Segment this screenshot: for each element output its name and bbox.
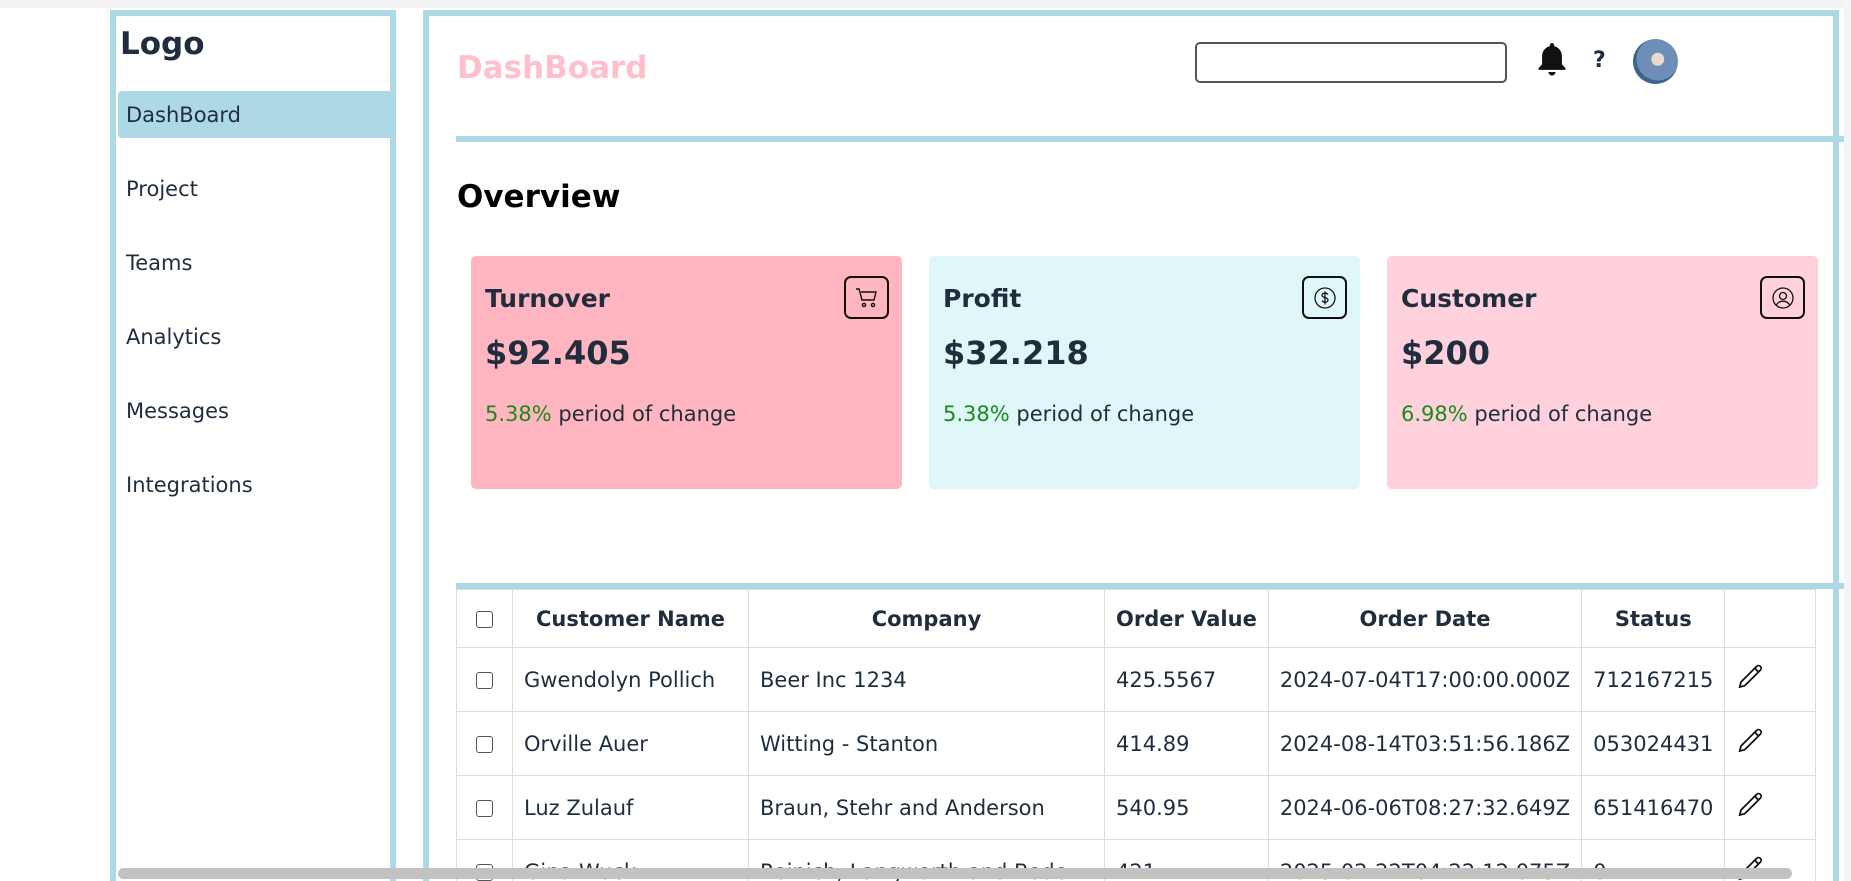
avatar[interactable] (1633, 39, 1678, 84)
bell-icon[interactable] (1535, 40, 1569, 80)
card-label: Profit (943, 284, 1022, 313)
card-value: $200 (1401, 334, 1491, 372)
row-checkbox[interactable] (476, 736, 493, 753)
table-header-row: Customer Name Company Order Value Order … (456, 589, 1817, 648)
pencil-icon[interactable] (1736, 790, 1766, 820)
vertical-scrollbar-track[interactable] (1844, 0, 1851, 881)
card-value: $32.218 (943, 334, 1089, 372)
cell-order-value: 540.95 (1104, 775, 1269, 840)
pencil-icon[interactable] (1736, 726, 1766, 756)
cell-order-date: 2024-07-04T17:00:00.000Z (1267, 647, 1583, 712)
row-select-cell (456, 647, 513, 712)
card-label: Customer (1401, 284, 1537, 313)
horizontal-scrollbar[interactable] (118, 868, 1792, 879)
header-order-value[interactable]: Order Value (1104, 589, 1269, 648)
cell-order-date: 2024-08-14T03:51:56.186Z (1267, 711, 1583, 776)
cell-order-date: 2024-06-06T08:27:32.649Z (1267, 775, 1583, 840)
header-company[interactable]: Company (748, 589, 1105, 648)
search-input[interactable] (1195, 42, 1507, 83)
sidebar-nav: DashBoard Project Teams Analytics Messag… (118, 91, 394, 535)
card-profit: Profit $32.218 5.38% period of change (929, 256, 1360, 489)
sidebar-item-project[interactable]: Project (118, 165, 394, 212)
card-value: $92.405 (485, 334, 631, 372)
edit-cell (1724, 711, 1817, 776)
change-percent: 5.38% (485, 402, 552, 426)
page-title: DashBoard (457, 50, 648, 86)
cell-customer-name: Orville Auer (512, 711, 749, 776)
card-change: 5.38% period of change (943, 402, 1194, 426)
row-select-cell (456, 711, 513, 776)
change-percent: 5.38% (943, 402, 1010, 426)
table-row: Luz Zulauf Braun, Stehr and Anderson 540… (456, 775, 1817, 840)
page: Logo DashBoard Project Teams Analytics M… (0, 0, 1851, 881)
header-divider (456, 136, 1845, 142)
cell-order-value: 414.89 (1104, 711, 1269, 776)
header-status[interactable]: Status (1581, 589, 1726, 648)
orders-table-container: Customer Name Company Order Value Order … (456, 589, 1839, 881)
cart-icon (844, 276, 889, 319)
cell-company: Braun, Stehr and Anderson (748, 775, 1105, 840)
change-text: period of change (1009, 402, 1195, 426)
pencil-icon[interactable] (1736, 662, 1766, 692)
cell-order-value: 425.5567 (1104, 647, 1269, 712)
sidebar-item-integrations[interactable]: Integrations (118, 461, 394, 508)
change-percent: 6.98% (1401, 402, 1468, 426)
card-turnover: Turnover $92.405 5.38% period of change (471, 256, 902, 489)
card-change: 6.98% period of change (1401, 402, 1652, 426)
edit-cell (1724, 647, 1817, 712)
cell-company: Beer Inc 1234 (748, 647, 1105, 712)
cell-company: Witting - Stanton (748, 711, 1105, 776)
main-panel: DashBoard ? Overview Turnover $92.405 5.… (423, 10, 1845, 881)
header-actions (1724, 589, 1817, 648)
window-top-strip (0, 0, 1851, 8)
card-label: Turnover (485, 284, 610, 313)
cell-customer-name: Gwendolyn Pollich (512, 647, 749, 712)
cell-status: 651416470 (1581, 775, 1726, 840)
table-row: Gwendolyn Pollich Beer Inc 1234 425.5567… (456, 647, 1817, 712)
orders-table: Customer Name Company Order Value Order … (456, 589, 1817, 881)
sidebar-item-analytics[interactable]: Analytics (118, 313, 394, 360)
cell-status: 053024431 (1581, 711, 1726, 776)
dollar-circle-icon (1302, 276, 1347, 319)
sidebar-item-dashboard[interactable]: DashBoard (118, 91, 394, 138)
change-text: period of change (551, 402, 737, 426)
sidebar-item-messages[interactable]: Messages (118, 387, 394, 434)
cell-customer-name: Luz Zulauf (512, 775, 749, 840)
table-row: Orville Auer Witting - Stanton 414.89 20… (456, 711, 1817, 776)
row-select-cell (456, 775, 513, 840)
select-all-checkbox[interactable] (476, 611, 493, 628)
cell-status: 712167215 (1581, 647, 1726, 712)
sidebar: Logo DashBoard Project Teams Analytics M… (110, 10, 396, 881)
logo: Logo (120, 26, 205, 62)
row-checkbox[interactable] (476, 800, 493, 817)
select-all-cell (456, 589, 513, 648)
header-order-date[interactable]: Order Date (1267, 589, 1583, 648)
sidebar-item-teams[interactable]: Teams (118, 239, 394, 286)
change-text: period of change (1467, 402, 1653, 426)
card-change: 5.38% period of change (485, 402, 736, 426)
user-circle-icon (1760, 276, 1805, 319)
header-customer-name[interactable]: Customer Name (512, 589, 749, 648)
edit-cell (1724, 775, 1817, 840)
card-customer: Customer $200 6.98% period of change (1387, 256, 1818, 489)
overview-title: Overview (457, 179, 621, 215)
row-checkbox[interactable] (476, 672, 493, 689)
help-button[interactable]: ? (1593, 48, 1606, 73)
